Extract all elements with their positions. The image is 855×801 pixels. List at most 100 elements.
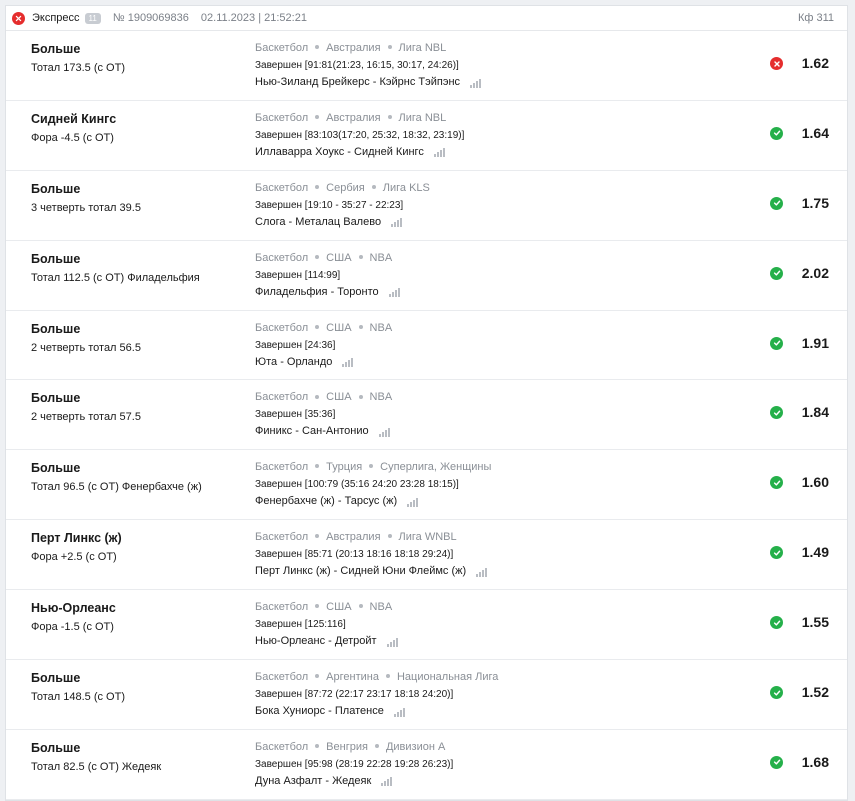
event-teams[interactable]: Фенербахче (ж) - Тарсус (ж) [255,495,397,508]
statistics-icon[interactable] [381,776,393,787]
bet-row[interactable]: Больше 2 четверть тотал 57.5 Баскетбол США N… [6,380,847,451]
league-label: Лига WNBL [398,531,457,544]
win-check-icon [770,616,783,630]
event-breadcrumb: Баскетбол Аргентина Национальная Лига [255,671,725,684]
separator-dot [315,744,320,748]
league-label: Дивизион А [385,740,446,753]
event-status: Завершен [35:36] [255,409,336,421]
bet-odds: 1.75 [801,194,829,211]
bet-pick: Больше [31,321,81,336]
event-breadcrumb: Баскетбол США NBA [255,322,725,335]
bet-market: Тотал 148.5 (с ОТ) [31,691,125,704]
event-teams[interactable]: Финикс - Сан-Антонио [255,425,369,438]
league-label: NBA [369,321,393,334]
win-check-icon [770,406,783,420]
event-breadcrumb: Баскетбол Австралия Лига NBL [255,112,725,125]
bet-list: Больше Тотал 173.5 (с ОТ) Баскетбол Австрал… [6,31,847,800]
event-breadcrumb: Баскетбол Австралия Лига NBL [255,42,725,55]
event-status: Завершен [83:103(17:20, 25:32, 18:32, 23… [255,129,465,141]
bet-row[interactable]: Нью-Орлеанс Фора -1.5 (с ОТ) Баскетбол США N… [6,590,847,661]
bet-type: Экспресс [32,12,80,24]
bet-pick: Перт Линкс (ж) [31,531,122,546]
bet-row[interactable]: Больше 2 четверть тотал 56.5 Баскетбол США N… [6,311,847,381]
statistics-icon[interactable] [386,637,398,647]
bet-datetime: 02.11.2023 | 21:52:21 [200,12,307,24]
country-label: США [326,251,352,264]
event-teams[interactable]: Дуна Азфалт - Жедеяк [255,775,371,788]
event-teams[interactable]: Иллаварра Хоукс - Сидней Кингс [255,146,424,159]
separator-dot [369,464,374,469]
separator-dot [315,324,320,329]
bet-row[interactable]: Больше Тотал 173.5 (с ОТ) Баскетбол Австрал… [6,31,847,101]
event-teams[interactable]: Юта - Орландо [255,356,332,369]
bet-pick: Больше [31,181,81,196]
event-teams[interactable]: Бока Хуниорс - Платенсе [255,705,384,718]
separator-dot [387,45,392,50]
statistics-icon[interactable] [342,357,354,368]
event-teams[interactable]: Филадельфия - Торонто [255,286,379,299]
bet-market: Тотал 112.5 (с ОТ) Филадельфия [31,271,200,284]
separator-dot [385,674,390,679]
bet-row[interactable]: Больше Тотал 148.5 (с ОТ) Баскетбол Аргенти… [6,660,847,730]
bet-market: Фора -4.5 (с ОТ) [31,131,114,144]
event-teams[interactable]: Слога - Металац Валево [255,216,381,229]
win-check-icon [770,755,783,769]
event-teams[interactable]: Нью-Зиланд Брейкерс - Кэйрнс Тэйпэнс [255,76,460,89]
bet-row[interactable]: Сидней Кингс Фора -4.5 (с ОТ) Баскетбол Авс… [6,101,847,171]
bet-row[interactable]: Больше Тотал 82.5 (с ОТ) Жедеяк Баскетбол В… [6,730,847,800]
bet-row[interactable]: Больше 3 четверть тотал 39.5 Баскетбол Серб… [6,171,847,241]
win-check-icon [770,196,783,210]
league-label: Лига NBL [398,42,447,54]
bet-odds: 1.64 [801,124,829,141]
win-check-icon [770,126,783,140]
country-label: Австралия [326,531,381,544]
country-label: США [326,391,352,404]
statistics-icon[interactable] [378,427,390,437]
bet-odds: 1.84 [801,404,829,421]
event-status: Завершен [125:116] [255,619,346,631]
bet-pick: Больше [31,251,81,266]
bet-market: Фора -1.5 (с ОТ) [31,621,114,634]
sport-label: Баскетбол [255,181,309,194]
country-label: США [326,321,352,334]
win-check-icon [770,686,783,700]
loss-cross-icon [770,57,783,70]
league-label: Национальная Лига [396,671,499,684]
event-teams[interactable]: Нью-Орлеанс - Детройт [255,635,377,648]
events-count-badge: 11 [84,12,101,24]
statistics-icon[interactable] [433,147,445,158]
event-status: Завершен [100:79 (35:16 24:20 23:28 18:1… [255,479,459,491]
bet-odds: 1.62 [801,55,829,71]
bet-odds: 1.49 [801,544,829,561]
bet-header[interactable]: Экспресс 11 № 1909069836 02.11.2023 | 21… [6,6,847,31]
bet-row[interactable]: Больше Тотал 112.5 (с ОТ) Филадельфия Баск… [6,241,847,311]
separator-dot [315,604,320,609]
event-status: Завершен [85:71 (20:13 18:16 18:18 29:24… [255,549,454,561]
statistics-icon[interactable] [407,497,419,507]
country-label: Турция [326,461,363,474]
event-teams[interactable]: Перт Линкс (ж) - Сидней Юни Флеймс (ж) [255,565,466,578]
statistics-icon[interactable] [391,217,403,228]
statistics-icon[interactable] [388,287,400,298]
separator-dot [315,254,320,259]
sport-label: Баскетбол [255,251,309,264]
separator-dot [315,184,320,189]
statistics-icon[interactable] [470,78,482,88]
bet-odds: 1.68 [801,753,829,770]
bet-row[interactable]: Перт Линкс (ж) Фора +2.5 (с ОТ) Баскетбол А… [6,520,847,591]
bet-pick: Больше [31,461,81,476]
event-breadcrumb: Баскетбол Сербия Лига KLS [255,182,725,195]
win-check-icon [770,266,783,280]
separator-dot [358,394,363,399]
bet-row[interactable]: Больше Тотал 96.5 (с ОТ) Фенербахче (ж) Ба… [6,450,847,521]
statistics-icon[interactable] [393,707,405,717]
bet-pick: Нью-Орлеанс [31,601,116,616]
event-breadcrumb: Баскетбол Турция Суперлига, Женщины [255,461,725,474]
bet-market: 2 четверть тотал 57.5 [31,411,141,424]
bet-market: 2 четверть тотал 56.5 [31,341,141,354]
sport-label: Баскетбол [255,740,309,753]
separator-dot [387,534,392,539]
bet-odds: 2.02 [801,264,829,281]
statistics-icon[interactable] [476,567,488,577]
country-label: Австралия [326,111,381,124]
